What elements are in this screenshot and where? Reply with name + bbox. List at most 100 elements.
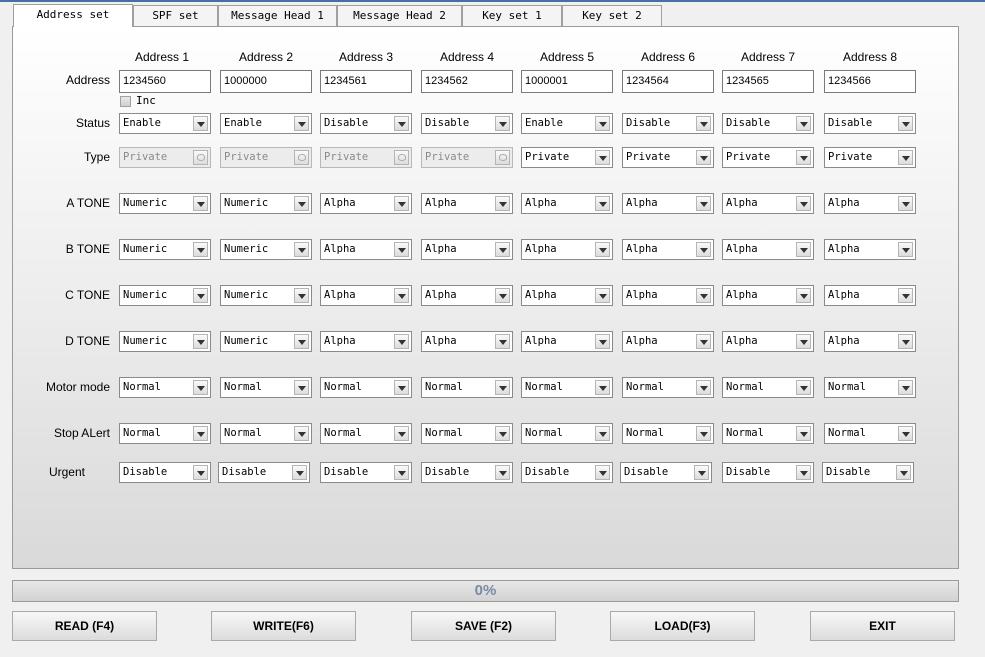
- stop-alert-select-5[interactable]: Normal: [521, 423, 613, 444]
- motor-mode-select-4[interactable]: Normal: [421, 377, 513, 398]
- a-tone-select-5[interactable]: Alpha: [521, 193, 613, 214]
- a-tone-select-6[interactable]: Alpha: [622, 193, 714, 214]
- chevron-down-icon[interactable]: [696, 116, 711, 131]
- chevron-down-icon[interactable]: [495, 116, 510, 131]
- chevron-down-icon[interactable]: [495, 380, 510, 395]
- chevron-down-icon[interactable]: [394, 380, 409, 395]
- motor-mode-select-7[interactable]: Normal: [722, 377, 814, 398]
- urgent-select-1[interactable]: Disable: [119, 462, 211, 483]
- chevron-down-icon[interactable]: [294, 288, 309, 303]
- chevron-down-icon[interactable]: [898, 150, 913, 165]
- tab-key-set-1[interactable]: Key set 1: [462, 5, 562, 26]
- stop-alert-select-4[interactable]: Normal: [421, 423, 513, 444]
- address-input-1[interactable]: 1234560: [119, 70, 211, 93]
- motor-mode-select-5[interactable]: Normal: [521, 377, 613, 398]
- chevron-down-icon[interactable]: [696, 380, 711, 395]
- stop-alert-select-2[interactable]: Normal: [220, 423, 312, 444]
- d-tone-select-7[interactable]: Alpha: [722, 331, 814, 352]
- chevron-down-icon[interactable]: [394, 334, 409, 349]
- status-select-7[interactable]: Disable: [722, 113, 814, 134]
- chevron-down-icon[interactable]: [595, 380, 610, 395]
- chevron-down-icon[interactable]: [193, 288, 208, 303]
- chevron-down-icon[interactable]: [193, 380, 208, 395]
- chevron-down-icon[interactable]: [898, 380, 913, 395]
- a-tone-select-2[interactable]: Numeric: [220, 193, 312, 214]
- address-input-6[interactable]: 1234564: [622, 70, 714, 93]
- chevron-down-icon[interactable]: [796, 288, 811, 303]
- urgent-select-3[interactable]: Disable: [320, 462, 412, 483]
- stop-alert-select-6[interactable]: Normal: [622, 423, 714, 444]
- b-tone-select-5[interactable]: Alpha: [521, 239, 613, 260]
- d-tone-select-6[interactable]: Alpha: [622, 331, 714, 352]
- chevron-down-icon[interactable]: [694, 465, 709, 480]
- chevron-down-icon[interactable]: [595, 242, 610, 257]
- motor-mode-select-6[interactable]: Normal: [622, 377, 714, 398]
- address-input-5[interactable]: 1000001: [521, 70, 613, 93]
- status-select-2[interactable]: Enable: [220, 113, 312, 134]
- stop-alert-select-1[interactable]: Normal: [119, 423, 211, 444]
- a-tone-select-3[interactable]: Alpha: [320, 193, 412, 214]
- c-tone-select-8[interactable]: Alpha: [824, 285, 916, 306]
- b-tone-select-2[interactable]: Numeric: [220, 239, 312, 260]
- chevron-down-icon[interactable]: [595, 116, 610, 131]
- inc-checkbox[interactable]: [120, 96, 131, 107]
- chevron-down-icon[interactable]: [394, 426, 409, 441]
- chevron-down-icon[interactable]: [495, 196, 510, 211]
- chevron-down-icon[interactable]: [495, 426, 510, 441]
- d-tone-select-1[interactable]: Numeric: [119, 331, 211, 352]
- c-tone-select-3[interactable]: Alpha: [320, 285, 412, 306]
- chevron-down-icon[interactable]: [294, 196, 309, 211]
- b-tone-select-8[interactable]: Alpha: [824, 239, 916, 260]
- chevron-down-icon[interactable]: [294, 242, 309, 257]
- chevron-down-icon[interactable]: [898, 116, 913, 131]
- chevron-down-icon[interactable]: [292, 465, 307, 480]
- c-tone-select-1[interactable]: Numeric: [119, 285, 211, 306]
- b-tone-select-1[interactable]: Numeric: [119, 239, 211, 260]
- stop-alert-select-3[interactable]: Normal: [320, 423, 412, 444]
- read-button[interactable]: READ (F4): [12, 611, 157, 641]
- status-select-8[interactable]: Disable: [824, 113, 916, 134]
- chevron-down-icon[interactable]: [696, 288, 711, 303]
- chevron-down-icon[interactable]: [696, 196, 711, 211]
- c-tone-select-6[interactable]: Alpha: [622, 285, 714, 306]
- chevron-down-icon[interactable]: [294, 380, 309, 395]
- chevron-down-icon[interactable]: [193, 196, 208, 211]
- chevron-down-icon[interactable]: [294, 334, 309, 349]
- load-button[interactable]: LOAD(F3): [610, 611, 755, 641]
- b-tone-select-6[interactable]: Alpha: [622, 239, 714, 260]
- chevron-down-icon[interactable]: [495, 465, 510, 480]
- chevron-down-icon[interactable]: [796, 242, 811, 257]
- d-tone-select-2[interactable]: Numeric: [220, 331, 312, 352]
- b-tone-select-3[interactable]: Alpha: [320, 239, 412, 260]
- chevron-down-icon[interactable]: [394, 242, 409, 257]
- chevron-down-icon[interactable]: [696, 426, 711, 441]
- chevron-down-icon[interactable]: [898, 196, 913, 211]
- tab-message-head-2[interactable]: Message Head 2: [337, 5, 462, 26]
- d-tone-select-3[interactable]: Alpha: [320, 331, 412, 352]
- chevron-down-icon[interactable]: [796, 196, 811, 211]
- chevron-down-icon[interactable]: [193, 242, 208, 257]
- chevron-down-icon[interactable]: [898, 334, 913, 349]
- chevron-down-icon[interactable]: [394, 465, 409, 480]
- chevron-down-icon[interactable]: [294, 426, 309, 441]
- chevron-down-icon[interactable]: [294, 116, 309, 131]
- exit-button[interactable]: EXIT: [810, 611, 955, 641]
- urgent-select-5[interactable]: Disable: [521, 462, 613, 483]
- chevron-down-icon[interactable]: [796, 426, 811, 441]
- motor-mode-select-2[interactable]: Normal: [220, 377, 312, 398]
- a-tone-select-8[interactable]: Alpha: [824, 193, 916, 214]
- a-tone-select-1[interactable]: Numeric: [119, 193, 211, 214]
- urgent-select-8[interactable]: Disable: [822, 462, 914, 483]
- d-tone-select-4[interactable]: Alpha: [421, 331, 513, 352]
- chevron-down-icon[interactable]: [595, 288, 610, 303]
- chevron-down-icon[interactable]: [696, 242, 711, 257]
- c-tone-select-4[interactable]: Alpha: [421, 285, 513, 306]
- status-select-4[interactable]: Disable: [421, 113, 513, 134]
- chevron-down-icon[interactable]: [796, 334, 811, 349]
- chevron-down-icon[interactable]: [595, 426, 610, 441]
- chevron-down-icon[interactable]: [696, 150, 711, 165]
- chevron-down-icon[interactable]: [495, 242, 510, 257]
- chevron-down-icon[interactable]: [595, 334, 610, 349]
- chevron-down-icon[interactable]: [595, 196, 610, 211]
- chevron-down-icon[interactable]: [796, 116, 811, 131]
